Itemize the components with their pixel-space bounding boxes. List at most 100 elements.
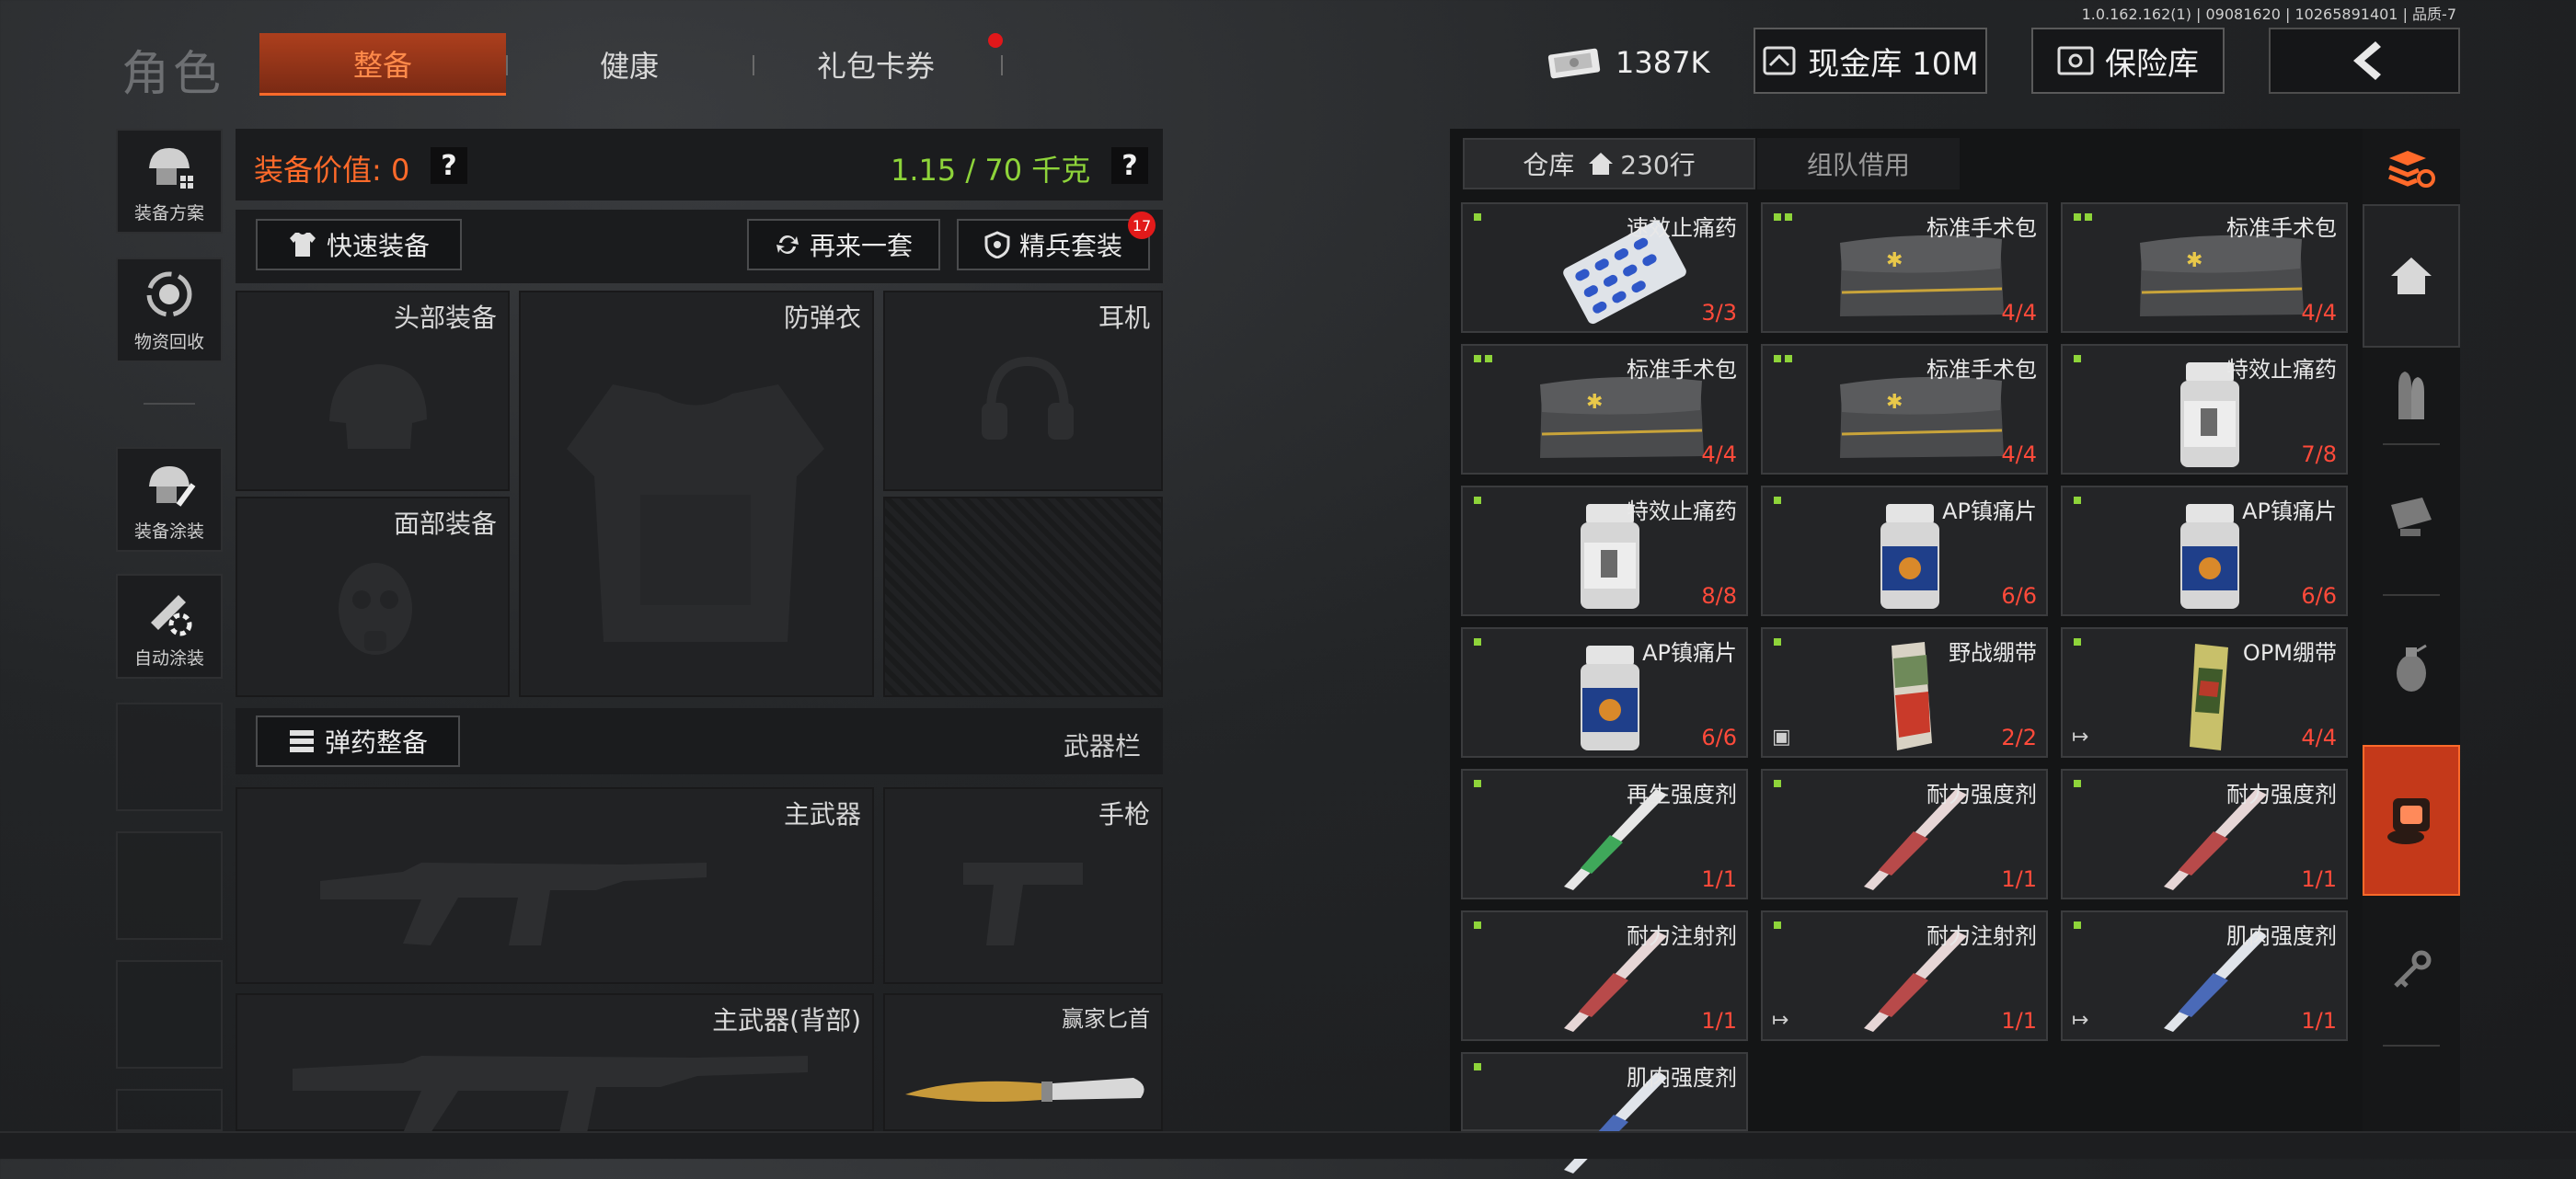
tab-gift-coupons[interactable]: 礼包卡券 (753, 33, 999, 96)
item-name: 标准手术包 (1627, 357, 1737, 383)
item-name: AP镇痛片 (1642, 640, 1737, 666)
storage-item[interactable]: ✱ 标准手术包 4/4 (2061, 202, 2348, 333)
cash-vault-button[interactable]: 现金库 10M (1754, 28, 1987, 94)
item-name: 标准手术包 (2226, 215, 2337, 241)
tab-warehouse[interactable]: 仓库 230行 (1463, 138, 1755, 189)
primary-weapon-slot[interactable]: 主武器 (236, 787, 874, 984)
category-all[interactable] (2363, 204, 2460, 348)
safe-box-button[interactable]: 保险库 (2031, 28, 2225, 94)
storage-item[interactable]: 特效止痛药 8/8 (1461, 486, 1748, 616)
body-armor-slot[interactable]: 防弹衣 (519, 291, 874, 697)
shield-icon (984, 231, 1010, 258)
auto-paint-icon (151, 595, 192, 636)
item-count: 6/6 (2301, 583, 2337, 609)
equipment-value: 装备价值: 0 (254, 153, 410, 188)
tab-divider (1001, 55, 1003, 75)
item-count: 1/1 (2001, 866, 2037, 892)
currency-amount: 1387K (1616, 45, 1710, 80)
supply-recycle-button[interactable]: 物资回收 (116, 258, 223, 362)
item-count: 6/6 (1701, 725, 1737, 750)
equip-again-button[interactable]: 再来一套 (747, 219, 940, 270)
headset-icon (982, 356, 1074, 440)
loadout-icon (149, 148, 193, 189)
medical-icon (2387, 798, 2430, 844)
elite-set-badge: 17 (1128, 212, 1156, 239)
menu-divider (144, 403, 195, 405)
item-quality-mark (1774, 497, 1781, 504)
tab-health[interactable]: 健康 (506, 33, 753, 96)
category-keys[interactable] (2363, 929, 2460, 1012)
weight-display: 1.15 / 70 千克 (891, 153, 1091, 188)
exit-icon: ↦ (1772, 1009, 1789, 1032)
storage-item[interactable]: 耐力强度剂 1/1 (2061, 769, 2348, 899)
storage-item[interactable]: 耐力注射剂 1/1 (1461, 910, 1748, 1041)
storage-item[interactable]: 耐力注射剂 1/1 ↦ (1761, 910, 2048, 1041)
quick-equip-label: 快速装备 (326, 231, 430, 261)
face-gear-slot[interactable]: 面部装备 (236, 497, 510, 697)
item-quality-mark (2074, 355, 2081, 362)
knife-icon (905, 1078, 1144, 1102)
back-button[interactable] (2269, 28, 2460, 94)
storage-item[interactable]: 速效止痛药 3/3 (1461, 202, 1748, 333)
helmet-icon (329, 364, 427, 449)
refresh-icon (776, 235, 799, 254)
elite-set-button[interactable]: 精兵套装 (957, 219, 1150, 270)
loadout-plan-button[interactable]: 装备方案 (116, 129, 223, 234)
sort-button[interactable] (2363, 136, 2460, 202)
storage-item[interactable]: ✱ 标准手术包 4/4 (1761, 344, 2048, 475)
ap-painkiller-bottle-icon (1880, 504, 1939, 609)
storage-item[interactable]: 特效止痛药 7/8 (2061, 344, 2348, 475)
safe-box-label: 保险库 (2105, 45, 2199, 83)
category-attachments[interactable] (2363, 469, 2460, 561)
rifle-icon (320, 863, 707, 945)
category-divider (2383, 1045, 2440, 1047)
primary-weapon-back-slot[interactable]: 主武器(背部) (236, 993, 874, 1133)
melee-slot[interactable]: 赢家匕首 (883, 993, 1163, 1131)
storage-item[interactable]: AP镇痛片 6/6 (1461, 627, 1748, 758)
storage-item[interactable]: 肌肉强度剂 (1461, 1052, 1748, 1173)
storage-item[interactable]: ✱ 标准手术包 4/4 (1761, 202, 2048, 333)
category-throwables[interactable] (2363, 622, 2460, 714)
auto-paint-button[interactable]: 自动涂装 (116, 574, 223, 679)
item-count: 7/8 (2301, 441, 2337, 467)
back-arrow-icon (2353, 41, 2381, 80)
item-quality-mark (1774, 638, 1781, 646)
category-ammo[interactable] (2363, 349, 2460, 441)
storage-item[interactable]: AP镇痛片 6/6 (2061, 486, 2348, 616)
item-count: 1/1 (2301, 866, 2337, 892)
key-icon (2394, 950, 2432, 988)
storage-item[interactable]: AP镇痛片 6/6 (1761, 486, 2048, 616)
tab-loadout[interactable]: 整备 (259, 33, 506, 96)
sort-icon (2388, 151, 2435, 188)
storage-item[interactable]: OPM绷带 4/4 ↦ (2061, 627, 2348, 758)
category-medical[interactable] (2363, 745, 2460, 896)
item-name: 耐力强度剂 (1926, 782, 2037, 807)
item-quality-mark (2074, 921, 2081, 929)
quick-equip-button[interactable]: 快速装备 (256, 219, 462, 270)
page-title: 角色 (121, 47, 225, 102)
value-help-button[interactable]: ? (431, 147, 467, 184)
headset-label: 耳机 (1098, 303, 1150, 333)
ammo-prepare-button[interactable]: 弹药整备 (256, 715, 460, 767)
opm-bandage-icon (2190, 644, 2228, 750)
storage-item[interactable]: 肌肉强度剂 1/1 ↦ (2061, 910, 2348, 1041)
weight-help-button[interactable]: ? (1111, 147, 1148, 184)
category-divider (2383, 594, 2440, 596)
equipment-paint-button[interactable]: 装备涂装 (116, 447, 223, 552)
tab-team-borrow[interactable]: 组队借用 (1757, 138, 1960, 189)
headset-slot[interactable]: 耳机 (883, 291, 1163, 491)
field-bandage-icon (1892, 642, 1932, 750)
item-count: 4/4 (2301, 300, 2337, 326)
head-gear-slot[interactable]: 头部装备 (236, 291, 510, 491)
pistol-slot[interactable]: 手枪 (883, 787, 1163, 984)
storage-item[interactable]: 耐力强度剂 1/1 (1761, 769, 2048, 899)
storage-item[interactable]: ✱ 标准手术包 4/4 (1461, 344, 1748, 475)
item-quality-mark (2074, 638, 2081, 646)
body-armor-label: 防弹衣 (783, 303, 861, 333)
currency-display: 1387K (1546, 37, 1709, 88)
cash-vault-icon (1763, 46, 1796, 75)
storage-item[interactable]: 再生强度剂 1/1 (1461, 769, 1748, 899)
storage-item[interactable]: 野战绷带 2/2 ▣ (1761, 627, 2048, 758)
item-name: 耐力强度剂 (2226, 782, 2337, 807)
svg-text:✱: ✱ (1886, 391, 1903, 414)
